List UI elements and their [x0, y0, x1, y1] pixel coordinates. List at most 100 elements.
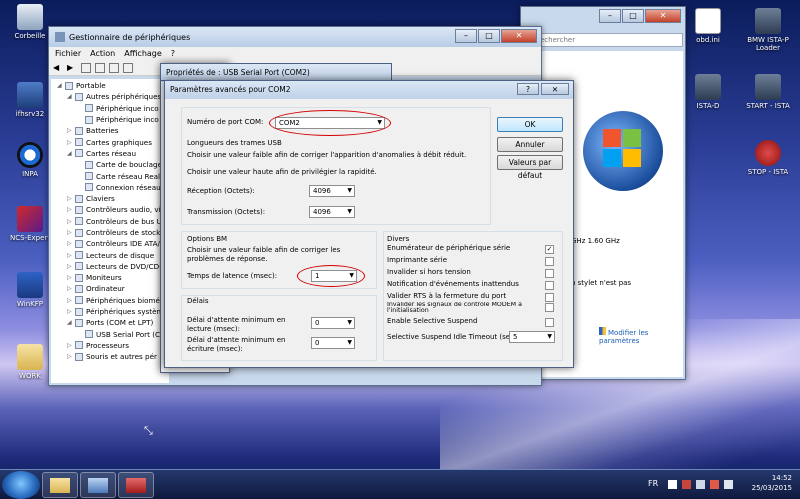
tree-item[interactable]: ▷ Ordinateur	[57, 283, 169, 294]
device-icon	[75, 205, 83, 214]
misc-option-label: Invalider les signaux de contrôle MODEM …	[387, 302, 522, 314]
menu-fichier[interactable]: Fichier	[55, 49, 81, 58]
transmit-select[interactable]: 4096 ▼	[309, 206, 355, 218]
write-delay-select[interactable]: 0 ▼	[311, 337, 355, 349]
minimize-button[interactable]: –	[599, 9, 621, 23]
tree-item[interactable]: USB Serial Port (C	[57, 329, 169, 340]
read-delay-select[interactable]: 0 ▼	[311, 317, 355, 329]
expand-arrow-icon[interactable]: ▷	[67, 193, 75, 204]
tree-item[interactable]: Carte réseau Realt	[57, 170, 169, 181]
close-button[interactable]: ✕	[501, 29, 537, 43]
battery-icon[interactable]	[696, 480, 705, 489]
maximize-button[interactable]: □	[622, 9, 644, 23]
expand-arrow-icon[interactable]: ▷	[67, 306, 75, 317]
expand-arrow-icon[interactable]: ▷	[67, 227, 75, 238]
expand-arrow-icon[interactable]: ◢	[67, 317, 75, 328]
tree-item[interactable]: ▷ Contrôleurs audio, vid	[57, 204, 169, 215]
dropdown-arrow-icon: ▼	[347, 187, 352, 194]
menu-action[interactable]: Action	[90, 49, 115, 58]
tree-item[interactable]: ▷ Contrôleurs de bus US	[57, 216, 169, 227]
defaults-button[interactable]: Valeurs par défaut	[497, 155, 563, 180]
desktop-icon-ista-p-loader[interactable]: BMW ISTA-P Loader	[740, 8, 796, 52]
menu-help[interactable]: ?	[171, 49, 175, 58]
tree-item[interactable]: ◢ Portable	[57, 80, 169, 91]
dialog-close-button[interactable]: ✕	[541, 83, 569, 95]
tree-item[interactable]: ▷ Lecteurs de disque	[57, 249, 169, 260]
taskbar-toolbox-button[interactable]	[118, 472, 154, 498]
expand-arrow-icon[interactable]: ◢	[67, 148, 75, 159]
tree-item[interactable]: ▷ Moniteurs	[57, 272, 169, 283]
volume-icon[interactable]	[724, 480, 733, 489]
expand-arrow-icon[interactable]: ▷	[67, 204, 75, 215]
tree-item[interactable]: Connexion réseau	[57, 182, 169, 193]
language-indicator[interactable]: FR	[648, 479, 658, 488]
tree-item[interactable]: ◢ Autres périphériques	[57, 91, 169, 102]
help-icon[interactable]	[109, 63, 119, 73]
taskbar-device-manager-button[interactable]	[80, 472, 116, 498]
tree-item[interactable]: ▷ Lecteurs de DVD/CD-R	[57, 261, 169, 272]
tree-item[interactable]: ▷ Claviers	[57, 193, 169, 204]
misc-option-checkbox[interactable]	[545, 318, 554, 327]
tree-item[interactable]: Périphérique inco	[57, 103, 169, 114]
misc-option-checkbox[interactable]	[545, 281, 554, 290]
minimize-button[interactable]: –	[455, 29, 477, 43]
desktop-icon-obd-ini[interactable]: obd.ini	[680, 8, 736, 44]
start-button[interactable]	[2, 471, 40, 499]
dialog-titlebar[interactable]: Paramètres avancés pour COM2 ? ✕	[165, 81, 573, 99]
menu-affichage[interactable]: Affichage	[124, 49, 162, 58]
tree-item[interactable]: ▷ Processeurs	[57, 340, 169, 351]
tree-item[interactable]: ▷ Contrôleurs IDE ATA/	[57, 238, 169, 249]
change-settings-link[interactable]: Modifier les paramètres	[599, 327, 659, 345]
scan-icon[interactable]	[123, 63, 133, 73]
expand-arrow-icon[interactable]: ▷	[67, 261, 75, 272]
expand-arrow-icon[interactable]: ▷	[67, 295, 75, 306]
desktop-icon-start-ista[interactable]: START - ISTA	[740, 74, 796, 110]
tree-item[interactable]: ▷ Périphériques systèm	[57, 306, 169, 317]
suspend-timeout-select[interactable]: 5 ▼	[509, 331, 555, 343]
cancel-button[interactable]: Annuler	[497, 137, 563, 152]
expand-arrow-icon[interactable]: ◢	[67, 91, 75, 102]
misc-option-checkbox[interactable]: ✓	[545, 245, 554, 254]
action-center-icon[interactable]	[682, 480, 691, 489]
tree-item[interactable]: ▷ Cartes graphiques	[57, 136, 169, 147]
network-icon[interactable]	[710, 480, 719, 489]
tree-item[interactable]: ▷ Contrôleurs de stocka	[57, 227, 169, 238]
maximize-button[interactable]: □	[478, 29, 500, 43]
taskbar-explorer-button[interactable]	[42, 472, 78, 498]
expand-arrow-icon[interactable]: ▷	[67, 216, 75, 227]
tree-item[interactable]: ▷ Souris et autres pér	[57, 351, 169, 362]
tree-item[interactable]: ▷ Périphériques biomét	[57, 295, 169, 306]
misc-option-checkbox[interactable]	[545, 293, 554, 302]
properties-dialog-titlebar[interactable]: Propriétés de : USB Serial Port (COM2)	[160, 63, 392, 81]
tree-item[interactable]: ◢ Ports (COM et LPT)	[57, 317, 169, 328]
receive-select[interactable]: 4096 ▼	[309, 185, 355, 197]
misc-option-checkbox[interactable]	[545, 303, 554, 312]
expand-arrow-icon[interactable]: ▷	[67, 340, 75, 351]
expand-arrow-icon[interactable]: ◢	[57, 80, 65, 91]
tree-item[interactable]: ▷ Batteries	[57, 125, 169, 136]
expand-arrow-icon[interactable]: ▷	[67, 137, 75, 148]
refresh-icon[interactable]	[95, 63, 105, 73]
expand-arrow-icon[interactable]: ▷	[67, 283, 75, 294]
expand-arrow-icon[interactable]: ▷	[67, 250, 75, 261]
properties-icon[interactable]	[81, 63, 91, 73]
back-icon[interactable]: ◀	[53, 63, 63, 73]
expand-arrow-icon[interactable]: ▷	[67, 272, 75, 283]
misc-option-checkbox[interactable]	[545, 257, 554, 266]
expand-arrow-icon[interactable]: ▷	[67, 351, 75, 362]
clock[interactable]: 14:52 25/03/2015	[752, 473, 792, 493]
tree-item[interactable]: ◢ Cartes réseau	[57, 148, 169, 159]
forward-icon[interactable]: ▶	[67, 63, 77, 73]
desktop-icon-ista-d[interactable]: ISTA-D	[680, 74, 736, 110]
expand-arrow-icon[interactable]: ▷	[67, 125, 75, 136]
close-button[interactable]: ✕	[645, 9, 681, 23]
flag-icon[interactable]	[668, 480, 677, 489]
tree-item[interactable]: Carte de bouclage	[57, 159, 169, 170]
desktop-icon-stop-ista[interactable]: STOP - ISTA	[740, 140, 796, 176]
misc-option-checkbox[interactable]	[545, 269, 554, 278]
search-input[interactable]: echercher	[535, 33, 683, 47]
ok-button[interactable]: OK	[497, 117, 563, 132]
tree-item[interactable]: Périphérique inco	[57, 114, 169, 125]
expand-arrow-icon[interactable]: ▷	[67, 238, 75, 249]
help-button[interactable]: ?	[517, 83, 539, 95]
